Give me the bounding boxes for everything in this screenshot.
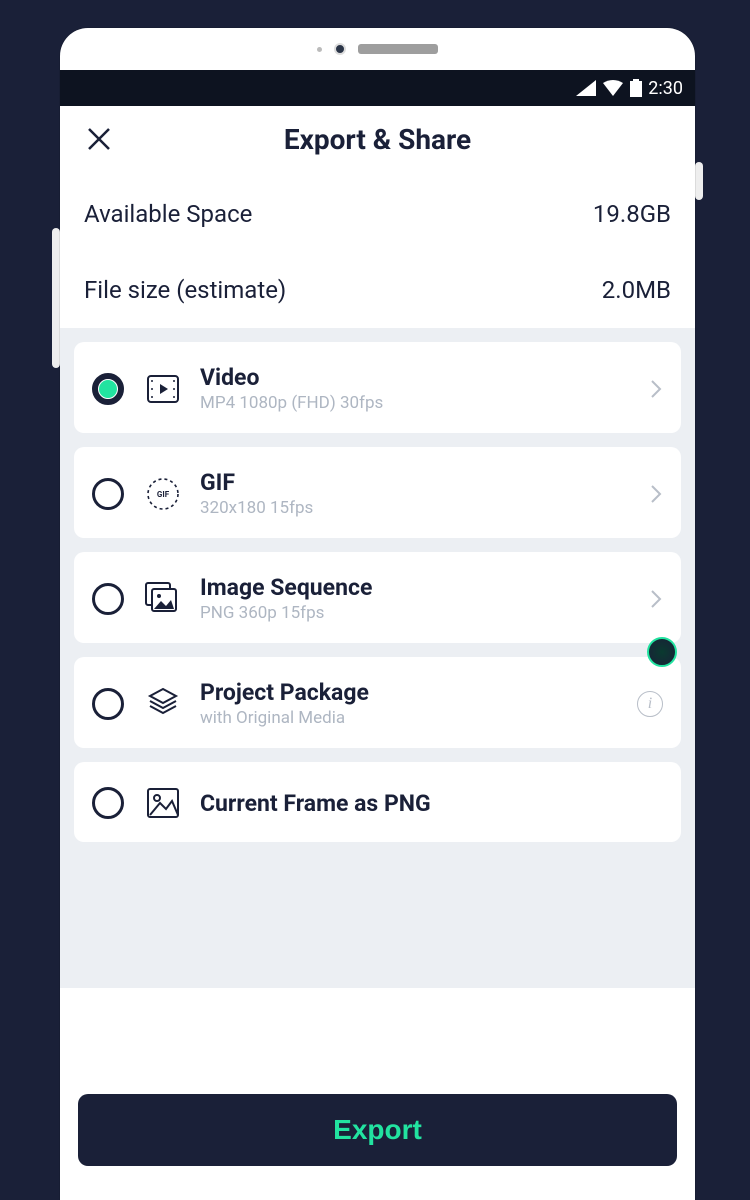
available-space-row: Available Space 19.8GB [84,176,671,252]
feature-badge-icon [647,637,677,667]
status-time: 2:30 [648,78,683,99]
option-subtitle: with Original Media [200,708,637,728]
option-video[interactable]: Video MP4 1080p (FHD) 30fps [74,342,681,433]
option-gif[interactable]: GIF GIF 320x180 15fps [74,447,681,538]
hardware-bar [60,28,695,70]
available-space-value: 19.8GB [593,200,671,228]
close-button[interactable] [84,124,114,154]
option-title: Project Package [200,679,637,706]
page-title: Export & Share [60,123,695,156]
option-title: GIF [200,469,649,496]
option-title: Video [200,364,649,391]
battery-icon [630,79,642,97]
option-project-package[interactable]: Project Package with Original Media i [74,657,681,748]
radio-current-frame[interactable] [92,787,124,819]
svg-text:GIF: GIF [157,490,170,499]
gif-icon: GIF [144,475,182,513]
file-size-label: File size (estimate) [84,276,286,304]
chevron-right-icon [649,378,663,400]
option-subtitle: PNG 360p 15fps [200,603,649,623]
chevron-right-icon [649,483,663,505]
header: Export & Share [60,106,695,176]
cell-signal-icon [576,80,596,96]
image-sequence-icon [144,580,182,618]
chevron-right-icon [649,588,663,610]
export-button[interactable]: Export [78,1094,677,1166]
option-subtitle: 320x180 15fps [200,498,649,518]
export-options-list[interactable]: Video MP4 1080p (FHD) 30fps GIF GIF 320x… [60,328,695,988]
radio-project-package[interactable] [92,688,124,720]
option-subtitle: MP4 1080p (FHD) 30fps [200,393,649,413]
package-icon [144,685,182,723]
device-frame: 2:30 Export & Share Available Space 19.8… [60,28,695,1200]
option-current-frame[interactable]: Current Frame as PNG [74,762,681,842]
available-space-label: Available Space [84,200,252,228]
footer-bar: Export [74,1084,681,1200]
option-title: Image Sequence [200,574,649,601]
info-block: Available Space 19.8GB File size (estima… [60,176,695,328]
close-icon [86,126,112,152]
status-bar: 2:30 [60,70,695,106]
image-icon [144,784,182,822]
video-icon [144,370,182,408]
option-image-sequence[interactable]: Image Sequence PNG 360p 15fps [74,552,681,643]
radio-gif[interactable] [92,478,124,510]
info-icon[interactable]: i [637,691,663,717]
radio-video[interactable] [92,373,124,405]
file-size-row: File size (estimate) 2.0MB [84,252,671,328]
file-size-value: 2.0MB [602,276,671,304]
radio-image-sequence[interactable] [92,583,124,615]
option-title: Current Frame as PNG [200,790,663,817]
wifi-icon [602,80,624,96]
